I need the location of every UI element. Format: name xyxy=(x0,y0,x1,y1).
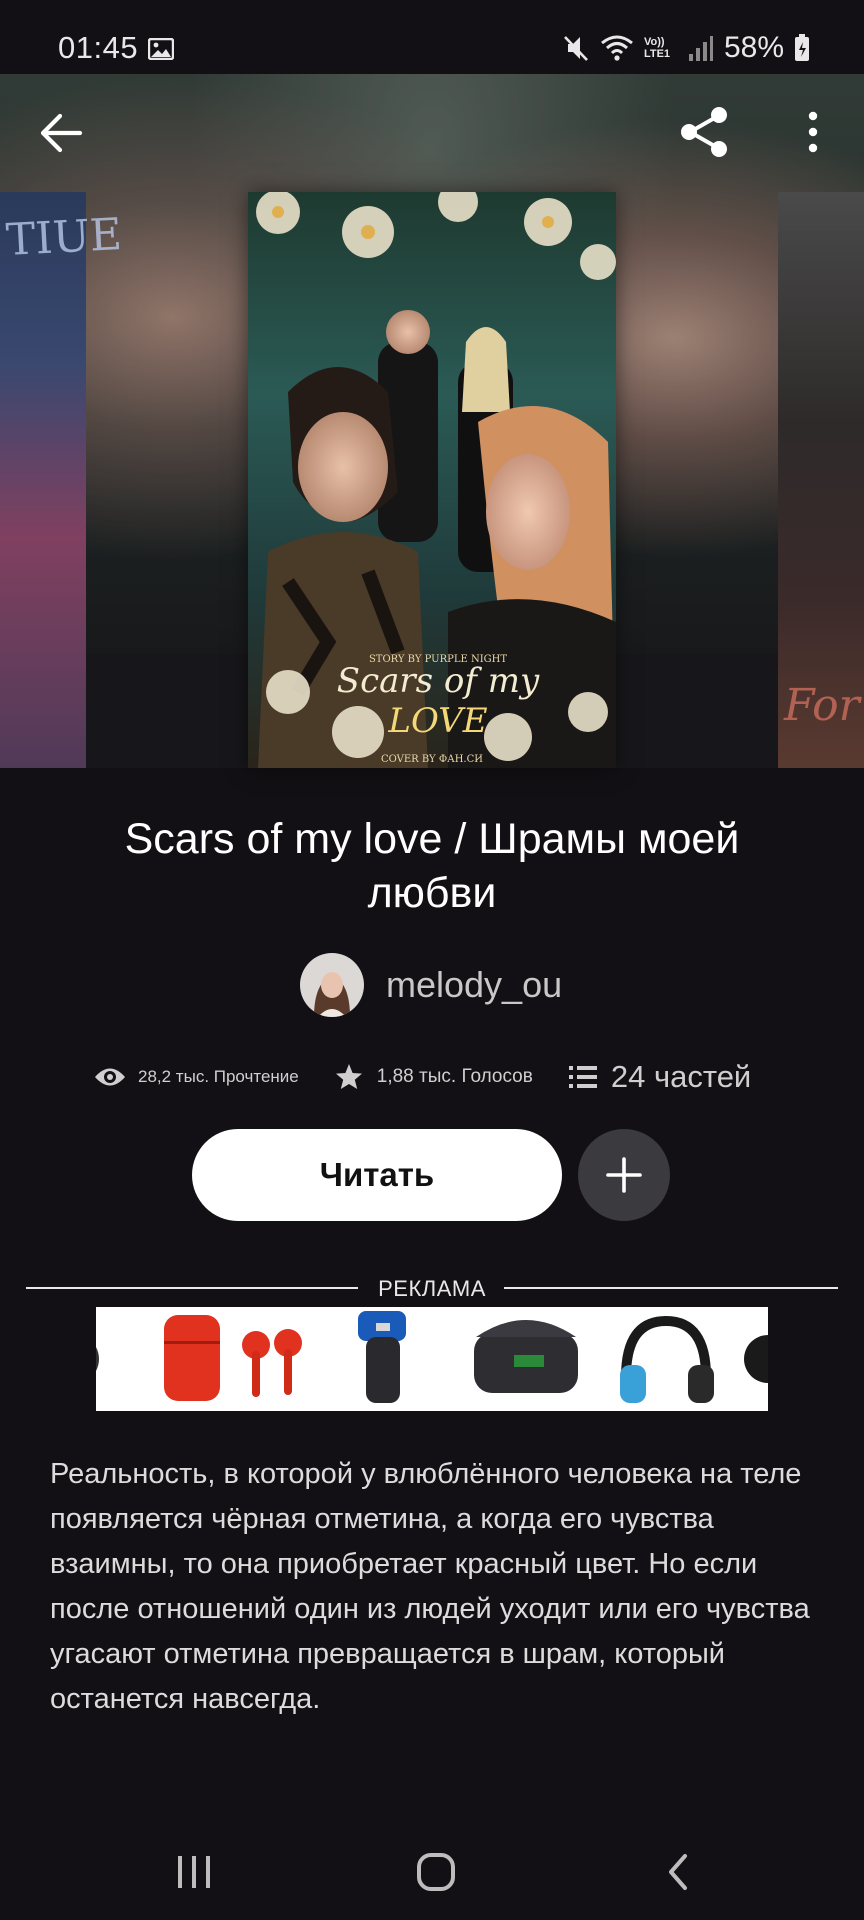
author-row[interactable]: melody_ou xyxy=(300,952,562,1018)
home-icon xyxy=(417,1853,455,1891)
plus-icon xyxy=(606,1157,642,1193)
list-icon xyxy=(568,1066,597,1088)
share-icon[interactable] xyxy=(676,104,732,160)
signal-icon xyxy=(688,36,713,61)
story-cover[interactable]: STORY BY PURPLE NIGHT Scars of my LOVE C… xyxy=(248,192,616,768)
battery-icon xyxy=(795,34,809,61)
network-label: Vo)) LTE1 xyxy=(643,36,671,60)
navigation-bar xyxy=(0,1824,864,1920)
story-stats: 28,2 тыс. Прочтение 1,88 тыс. Голосов 24… xyxy=(94,1052,784,1102)
cover-credit-bottom: COVER BY ФАН.СИ xyxy=(381,754,483,765)
votes-stat: 1,88 тыс. Голосов xyxy=(335,1063,533,1091)
more-vertical-icon[interactable] xyxy=(800,108,826,156)
story-description: Реальность, в которой у влюблённого чело… xyxy=(50,1458,810,1715)
reads-count: 28,2 тыс. Прочтение xyxy=(138,1067,299,1086)
status-bar: 01:45 Vo)) LTE1 58% xyxy=(0,0,864,74)
recent-apps-button[interactable] xyxy=(164,1844,224,1900)
side-cover-right[interactable]: For xyxy=(778,192,864,768)
star-icon xyxy=(335,1064,362,1089)
ad-label-row: РЕКЛАМА xyxy=(26,1272,838,1306)
cover-title-line1: Scars of my xyxy=(337,661,540,701)
status-icons: Vo)) LTE1 58% xyxy=(562,30,810,66)
story-title: Scars of my love / Шрамы моей любви xyxy=(124,815,740,917)
parts-stat[interactable]: 24 частей xyxy=(568,1059,751,1095)
arrow-left-icon[interactable] xyxy=(36,110,86,156)
side-cover-left[interactable]: TIUE xyxy=(0,192,123,768)
ad-label: РЕКЛАМА xyxy=(378,1276,486,1301)
back-button[interactable] xyxy=(648,1844,708,1900)
reads-stat: 28,2 тыс. Прочтение xyxy=(94,1066,299,1088)
votes-count: 1,88 тыс. Голосов xyxy=(376,1066,533,1087)
cover-artwork: STORY BY PURPLE NIGHT Scars of my LOVE C… xyxy=(248,192,616,768)
status-time: 01:45 xyxy=(58,30,139,65)
back-icon xyxy=(669,1854,687,1890)
battery-percent: 58% xyxy=(723,31,784,64)
mute-icon xyxy=(564,36,588,61)
recent-apps-icon xyxy=(178,1856,210,1888)
read-button[interactable]: Читать xyxy=(192,1129,562,1221)
avatar[interactable] xyxy=(300,953,364,1017)
ad-banner[interactable] xyxy=(96,1307,768,1411)
eye-icon xyxy=(95,1068,125,1086)
add-to-library-button[interactable] xyxy=(578,1129,670,1221)
home-button[interactable] xyxy=(406,1844,466,1900)
wifi-icon xyxy=(601,35,633,61)
parts-count[interactable]: 24 частей xyxy=(611,1059,751,1095)
author-name[interactable]: melody_ou xyxy=(386,964,562,1006)
ad-products-image xyxy=(96,1307,768,1411)
gallery-icon xyxy=(148,38,174,60)
cover-title-line2: LOVE xyxy=(387,701,487,741)
